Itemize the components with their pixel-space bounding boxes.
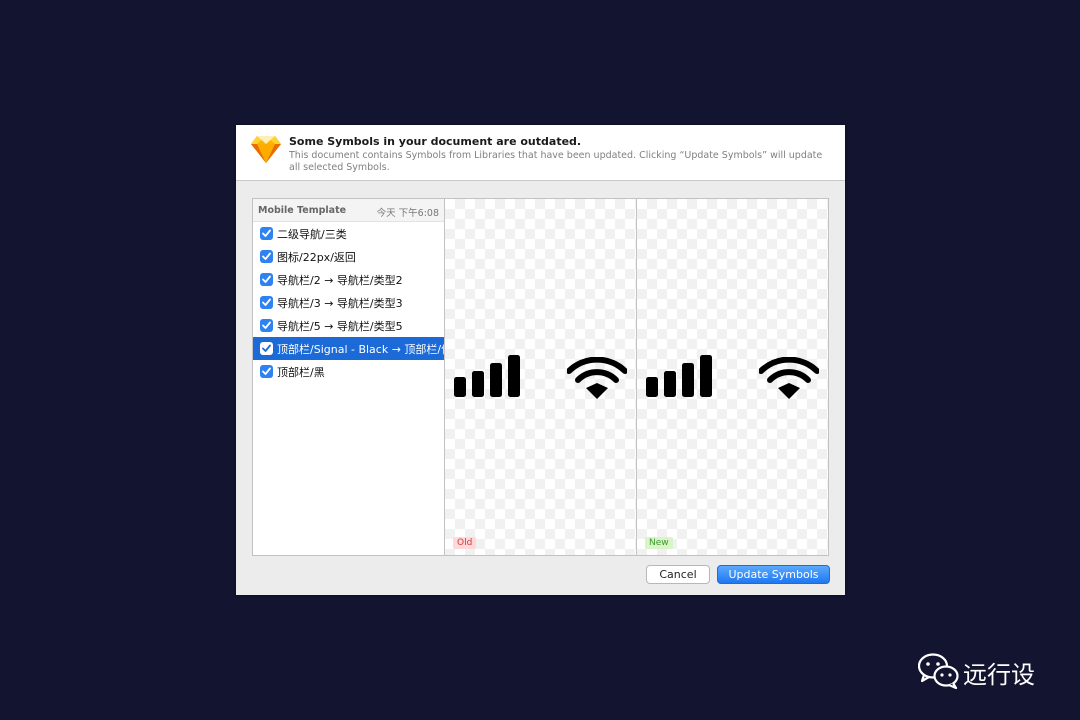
old-tag: Old — [453, 537, 477, 549]
list-item[interactable]: 导航栏/5 → 导航栏/类型5 — [253, 314, 445, 337]
checkbox[interactable] — [260, 273, 273, 286]
new-preview-pane: New — [636, 198, 829, 556]
list-item[interactable]: 顶部栏/Signal - Black → 顶部栏/信号 — [253, 337, 445, 360]
signal-bars-icon — [646, 355, 712, 397]
checkbox[interactable] — [260, 227, 273, 240]
checkbox[interactable] — [260, 296, 273, 309]
list-item[interactable]: 导航栏/3 → 导航栏/类型3 — [253, 291, 445, 314]
sketch-app-icon — [251, 136, 281, 163]
list-item[interactable]: 二级导航/三类 — [253, 222, 445, 245]
library-name: Mobile Template — [258, 205, 347, 216]
signal-bars-icon — [454, 355, 520, 397]
checkbox[interactable] — [260, 342, 273, 355]
old-preview-pane: Old — [444, 198, 637, 556]
checkmark-icon — [262, 321, 271, 329]
dialog-header: Some Symbols in your document are outdat… — [236, 125, 845, 181]
watermark-text: 远行设 — [963, 661, 1035, 689]
wechat-icon — [918, 653, 959, 689]
new-tag: New — [645, 537, 673, 549]
list-item-label: 图标/22px/返回 — [277, 251, 356, 264]
checkmark-icon — [262, 367, 271, 375]
wifi-icon — [567, 357, 627, 399]
checkbox[interactable] — [260, 365, 273, 378]
watermark: 远行设 — [918, 653, 1058, 689]
checkmark-icon — [262, 275, 271, 283]
list-item[interactable]: 顶部栏/黑 — [253, 360, 445, 383]
list-header: Mobile Template 今天 下午6:08 — [253, 199, 445, 222]
checkbox[interactable] — [260, 250, 273, 263]
wifi-icon — [759, 357, 819, 399]
checkbox[interactable] — [260, 319, 273, 332]
checkmark-icon — [262, 344, 271, 352]
cancel-button[interactable]: Cancel — [646, 565, 710, 584]
list-item-label: 顶部栏/黑 — [277, 366, 325, 379]
library-timestamp: 今天 下午6:08 — [376, 208, 439, 219]
update-symbols-button[interactable]: Update Symbols — [717, 565, 830, 584]
checkmark-icon — [262, 298, 271, 306]
list-item-label: 二级导航/三类 — [277, 228, 347, 241]
list-item-label: 导航栏/2 → 导航栏/类型2 — [277, 274, 403, 287]
symbol-list: Mobile Template 今天 下午6:08 二级导航/三类 图标/22px… — [252, 198, 446, 556]
checkmark-icon — [262, 252, 271, 260]
list-item-label: 顶部栏/Signal - Black → 顶部栏/信号 — [277, 343, 445, 356]
checkmark-icon — [262, 229, 271, 237]
dialog-title: Some Symbols in your document are outdat… — [289, 135, 582, 148]
update-symbols-dialog: Some Symbols in your document are outdat… — [236, 125, 845, 595]
list-item[interactable]: 导航栏/2 → 导航栏/类型2 — [253, 268, 445, 291]
list-item-label: 导航栏/3 → 导航栏/类型3 — [277, 297, 403, 310]
list-item[interactable]: 图标/22px/返回 — [253, 245, 445, 268]
dialog-subtitle: This document contains Symbols from Libr… — [289, 150, 823, 173]
list-item-label: 导航栏/5 → 导航栏/类型5 — [277, 320, 403, 333]
